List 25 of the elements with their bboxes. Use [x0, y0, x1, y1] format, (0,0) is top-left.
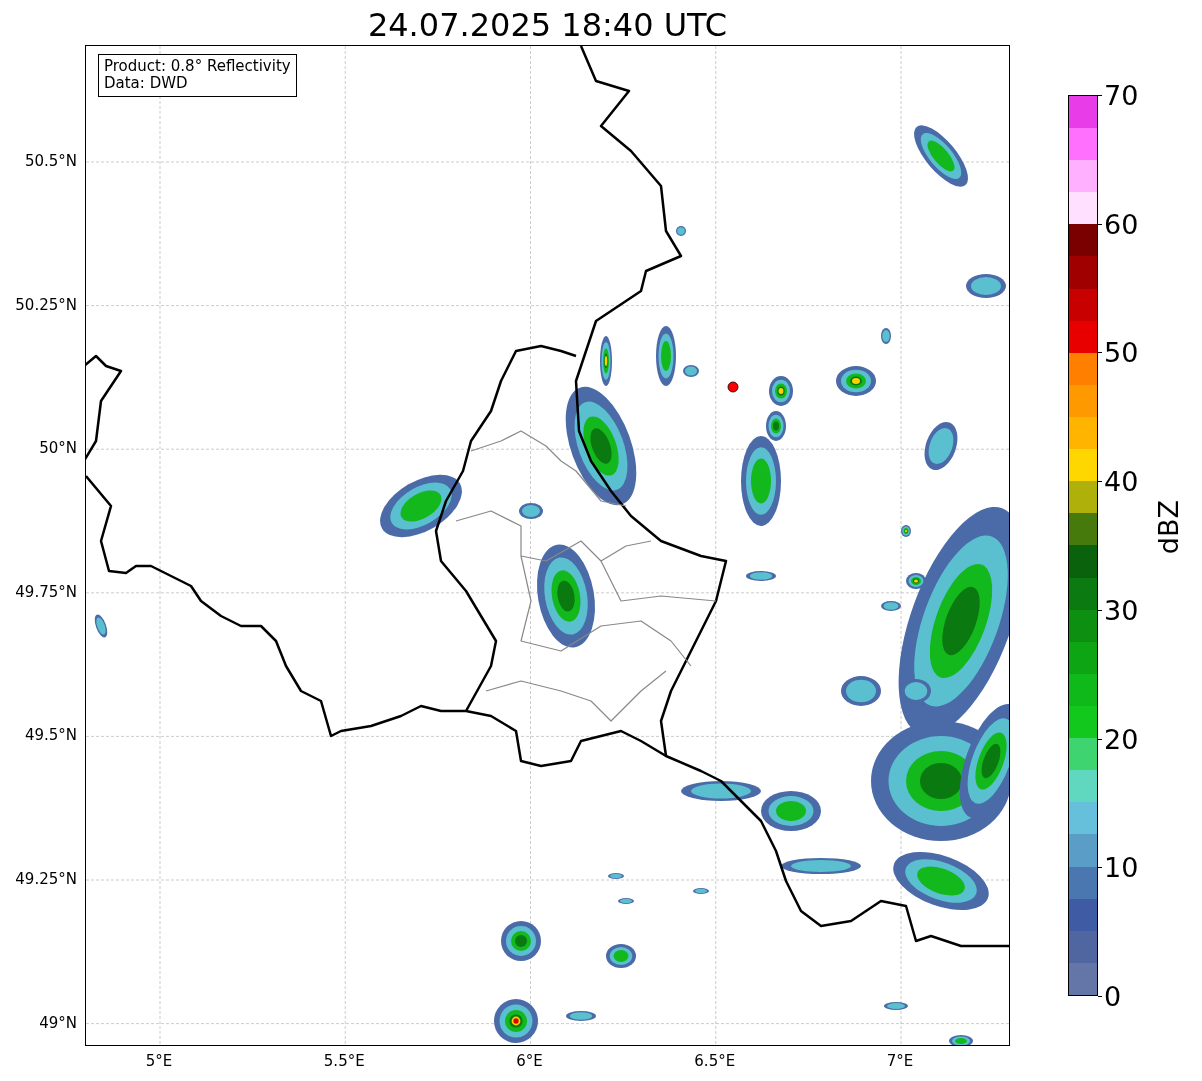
- colorbar-label: dBZ: [1154, 500, 1184, 555]
- colorbar-tick-label: 30: [1104, 596, 1139, 624]
- legend-text: Data: DWD: [104, 75, 189, 93]
- latitude-label: 49.25°N: [15, 870, 77, 888]
- longitude-label: 7°E: [886, 1052, 914, 1070]
- longitude-label: 5.5°E: [323, 1052, 365, 1070]
- latitude-label: 50.5°N: [24, 152, 77, 170]
- colorbar-tick-label: 60: [1104, 210, 1139, 238]
- longitude-label: 5°E: [145, 1052, 173, 1070]
- longitude-label: 6°E: [516, 1052, 543, 1070]
- latitude-label: 50.25°N: [15, 295, 77, 314]
- colorbar-tick-label: 70: [1104, 81, 1139, 109]
- colorbar-tick-label: 10: [1104, 853, 1139, 881]
- location-marker-icon: [727, 381, 739, 393]
- chart-title: 24.07.2025 18:40 UTC: [367, 9, 728, 45]
- colorbar-tick-label: 50: [1104, 338, 1139, 366]
- colorbar-tick-label: 0: [1104, 982, 1122, 1010]
- colorbar-tick-label: 40: [1104, 467, 1139, 495]
- legend-text: Product: 0.8° Reflectivity: [104, 58, 291, 76]
- longitude-label: 6.5°E: [694, 1052, 736, 1070]
- colorbar-tick-label: 20: [1104, 725, 1139, 753]
- latitude-label: 49°N: [39, 1013, 77, 1032]
- latitude-label: 49.5°N: [24, 726, 77, 745]
- latitude-label: 50°N: [39, 439, 77, 458]
- latitude-label: 49.75°N: [15, 582, 77, 601]
